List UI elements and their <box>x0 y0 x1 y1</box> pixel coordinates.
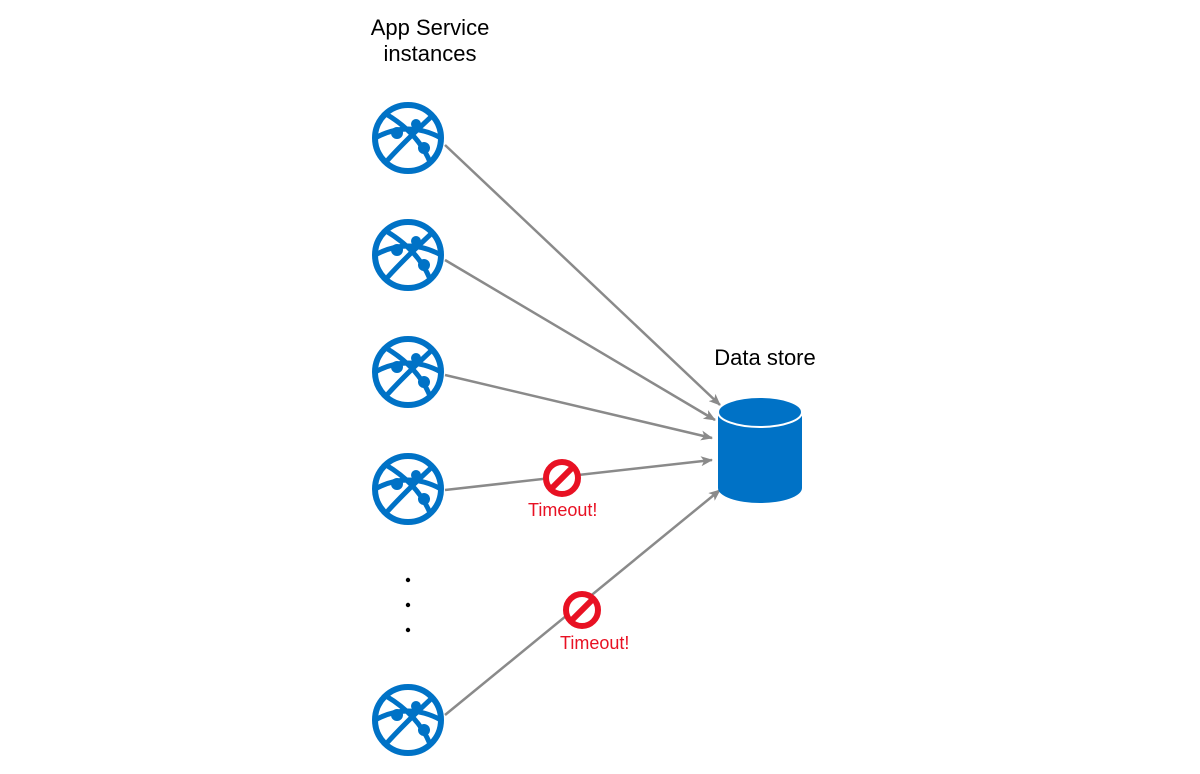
no-entry-icon <box>566 594 598 626</box>
no-entry-icon <box>546 462 578 494</box>
app-service-instances <box>375 105 441 753</box>
arrow-1 <box>445 145 720 405</box>
globe-icon <box>375 222 441 288</box>
globe-icon <box>375 105 441 171</box>
arrows <box>445 145 720 715</box>
arrow-3 <box>445 375 712 438</box>
ellipsis-dots <box>406 578 410 632</box>
arrow-2 <box>445 260 715 420</box>
globe-icon <box>375 687 441 753</box>
data-store-icon <box>718 397 802 503</box>
globe-icon <box>375 339 441 405</box>
globe-icon <box>375 456 441 522</box>
data-store-label: Data store <box>700 345 830 371</box>
app-service-instances-label: App Serviceinstances <box>345 15 515 68</box>
timeout-label-2: Timeout! <box>560 633 629 654</box>
timeout-icons <box>546 462 598 626</box>
diagram-canvas <box>0 0 1200 774</box>
timeout-label-1: Timeout! <box>528 500 597 521</box>
